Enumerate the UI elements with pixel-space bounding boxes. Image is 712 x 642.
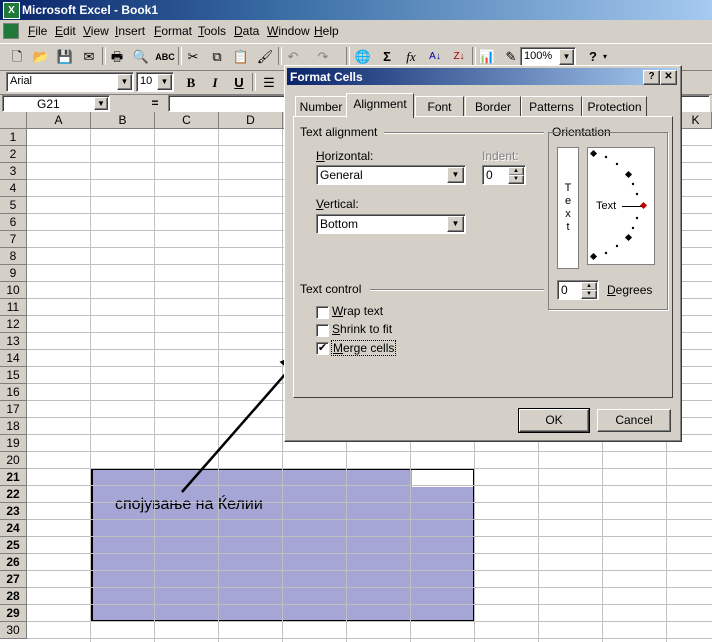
chevron-down-icon[interactable]: ▼ (447, 216, 464, 232)
indent-label: Indent: (482, 149, 519, 163)
orientation-group: T e x t Text 0 ▲ ▼ Degrees (548, 132, 668, 310)
wrap-text-checkbox[interactable] (316, 306, 329, 319)
indent-stepper[interactable]: 0 ▲ ▼ (482, 165, 526, 185)
degrees-label: Degrees (607, 283, 653, 297)
tab-border[interactable]: Border (465, 96, 521, 117)
group-divider (370, 289, 544, 291)
orientation-dial[interactable]: Text (587, 147, 655, 265)
wrap-text-label[interactable]: Wrap text (332, 304, 383, 318)
degrees-value: 0 (561, 283, 568, 297)
text-alignment-heading: Text alignment (300, 125, 378, 139)
format-cells-dialog: Format Cells ? ✕ Number Alignment Font B… (284, 65, 682, 442)
merge-cells-label[interactable]: Merge cells (331, 340, 397, 356)
indent-value: 0 (486, 168, 493, 182)
merge-cells-checkbox[interactable]: ✔ (316, 342, 329, 355)
horizontal-label: Horizontal: (316, 149, 374, 163)
vertical-select[interactable]: Bottom ▼ (316, 214, 466, 234)
spin-down-icon[interactable]: ▼ (581, 290, 597, 299)
spin-down-icon[interactable]: ▼ (508, 175, 524, 184)
shrink-to-fit-label[interactable]: Shrink to fit (332, 322, 392, 336)
shrink-to-fit-checkbox[interactable] (316, 324, 329, 337)
cancel-button[interactable]: Cancel (597, 409, 671, 432)
tab-alignment[interactable]: Alignment (346, 93, 414, 118)
horizontal-select[interactable]: General ▼ (316, 165, 466, 185)
degrees-stepper[interactable]: 0 ▲ ▼ (557, 280, 599, 300)
ok-button[interactable]: OK (518, 408, 590, 433)
horizontal-value: General (320, 168, 363, 182)
close-button[interactable]: ✕ (660, 70, 677, 85)
group-divider (384, 132, 544, 134)
vertical-text-label: T e x t (564, 182, 572, 233)
chevron-down-icon[interactable]: ▼ (447, 167, 464, 183)
dialog-title: Format Cells (290, 70, 363, 84)
vertical-label: Vertical: (316, 197, 359, 211)
alignment-panel: Text alignment Horizontal: General ▼ Ind… (293, 116, 673, 398)
tab-font[interactable]: Font (415, 96, 464, 117)
tab-number[interactable]: Number (295, 96, 347, 117)
tab-protection[interactable]: Protection (582, 96, 647, 117)
vertical-text-button[interactable]: T e x t (557, 147, 579, 269)
tab-patterns[interactable]: Patterns (521, 96, 582, 117)
orientation-dots (589, 149, 648, 261)
vertical-value: Bottom (320, 217, 359, 231)
help-button[interactable]: ? (643, 70, 660, 85)
text-control-heading: Text control (300, 282, 362, 296)
dialog-title-bar[interactable]: Format Cells ? ✕ (287, 68, 677, 85)
